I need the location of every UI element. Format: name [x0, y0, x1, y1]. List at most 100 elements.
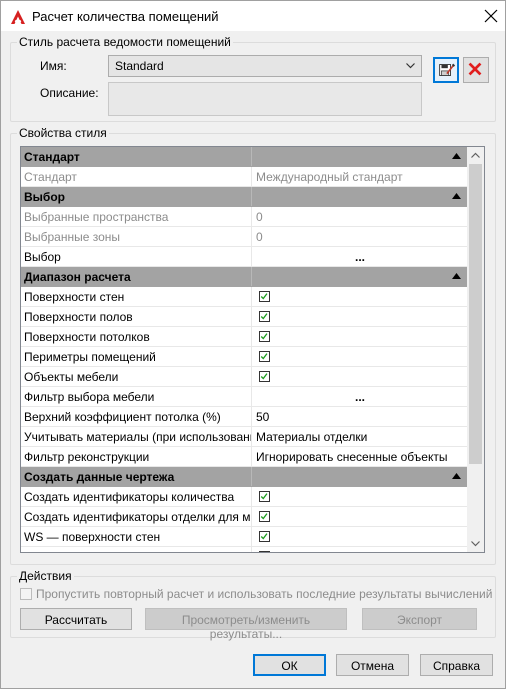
scroll-thumb[interactable] [469, 164, 482, 464]
delete-style-button[interactable] [463, 57, 489, 83]
property-row[interactable]: Выбранные пространства 0 [21, 207, 467, 227]
property-row[interactable]: WS — поверхности стен [21, 527, 467, 547]
scroll-down-button[interactable] [467, 535, 484, 552]
scroll-up-icon [471, 152, 480, 158]
property-value[interactable] [253, 507, 467, 526]
skip-recalc-label: Пропустить повторный расчет и использова… [36, 587, 493, 601]
collapse-icon[interactable] [452, 153, 461, 159]
property-row[interactable]: Поверхности потолков [21, 327, 467, 347]
actions-group-label: Действия [17, 569, 74, 583]
ok-button[interactable]: ОК [253, 654, 326, 676]
property-value[interactable]: Игнорировать снесенные объекты [253, 447, 467, 466]
property-name: Выбранные пространства [21, 207, 252, 226]
property-row[interactable]: FS — поверхности полов [21, 547, 467, 552]
property-value[interactable] [253, 547, 467, 552]
property-row[interactable]: Создать идентификаторы количества [21, 487, 467, 507]
property-name: FS — поверхности полов [21, 547, 252, 552]
style-group-label: Стиль расчета ведомости помещений [17, 35, 233, 49]
checkmark-icon [260, 293, 268, 300]
calculate-button[interactable]: Рассчитать [20, 608, 132, 630]
style-name-select[interactable]: Standard [108, 55, 422, 77]
view-results-button[interactable]: Просмотреть/изменить результаты... [145, 608, 347, 641]
property-value [253, 187, 467, 206]
property-row[interactable]: Периметры помещений [21, 347, 467, 367]
property-name: Фильтр выбора мебели [21, 387, 252, 406]
property-checkbox[interactable] [259, 311, 270, 322]
property-name: Фильтр реконструкции [21, 447, 252, 466]
property-value[interactable] [253, 487, 467, 506]
property-row[interactable]: Выбор... [21, 247, 467, 267]
collapse-icon[interactable] [452, 193, 461, 199]
property-value[interactable] [253, 307, 467, 326]
autocad-a-icon [11, 10, 25, 24]
help-button[interactable]: Справка [420, 654, 493, 676]
checkmark-icon [260, 353, 268, 360]
collapse-icon[interactable] [452, 473, 461, 479]
property-row[interactable]: Учитывать материалы (при использовании Ма… [21, 427, 467, 447]
property-row[interactable]: Поверхности полов [21, 307, 467, 327]
category-row[interactable]: Создать данные чертежа [21, 467, 467, 487]
property-row[interactable]: Фильтр выбора мебели... [21, 387, 467, 407]
property-value[interactable] [253, 287, 467, 306]
property-name: Периметры помещений [21, 347, 252, 366]
category-row[interactable]: Стандарт [21, 147, 467, 167]
property-checkbox[interactable] [259, 291, 270, 302]
property-row[interactable]: Стандарт Международный стандарт [21, 167, 467, 187]
property-row[interactable]: Фильтр реконструкции Игнорировать снесенн… [21, 447, 467, 467]
property-row[interactable]: Создать идентификаторы отделки для ма [21, 507, 467, 527]
browse-button[interactable]: ... [253, 247, 467, 266]
properties-grid[interactable]: Стандарт Стандарт Международный стандарт Вы… [20, 146, 485, 553]
scroll-down-icon [471, 541, 480, 547]
property-name: Создать идентификаторы отделки для ма [21, 507, 252, 526]
property-value[interactable] [253, 367, 467, 386]
property-checkbox[interactable] [259, 371, 270, 382]
category-row[interactable]: Выбор [21, 187, 467, 207]
property-value [253, 267, 467, 286]
properties-group-label: Свойства стиля [17, 126, 109, 140]
property-value[interactable] [253, 347, 467, 366]
description-field[interactable] [108, 82, 422, 116]
property-name: Учитывать материалы (при использовании [21, 427, 252, 446]
property-value [253, 147, 467, 166]
vertical-scrollbar[interactable] [467, 147, 484, 552]
property-value: Международный стандарт [256, 170, 403, 184]
property-checkbox[interactable] [259, 351, 270, 362]
category-label: Стандарт [21, 147, 252, 166]
title-bar: Расчет количества помещений [0, 0, 506, 31]
property-row[interactable]: Поверхности стен [21, 287, 467, 307]
property-value[interactable] [253, 327, 467, 346]
category-row[interactable]: Диапазон расчета [21, 267, 467, 287]
checkmark-icon [260, 373, 268, 380]
export-button[interactable]: Экспорт [362, 608, 477, 630]
property-row[interactable]: Выбранные зоны 0 [21, 227, 467, 247]
property-row[interactable]: Объекты мебели [21, 367, 467, 387]
close-icon[interactable] [482, 7, 500, 25]
skip-recalc-checkbox[interactable] [20, 588, 32, 600]
property-row[interactable]: Верхний коэффициент потолка (%) 50 [21, 407, 467, 427]
checkmark-icon [260, 513, 268, 520]
property-checkbox[interactable] [259, 531, 270, 542]
property-name: Верхний коэффициент потолка (%) [21, 407, 252, 426]
edit-style-button[interactable] [433, 57, 459, 83]
property-value[interactable] [253, 527, 467, 546]
property-value[interactable]: Материалы отделки [253, 427, 467, 446]
cancel-button[interactable]: Отмена [336, 654, 409, 676]
property-checkbox[interactable] [259, 491, 270, 502]
style-name-value: Standard [115, 59, 164, 73]
property-checkbox[interactable] [259, 331, 270, 342]
property-checkbox[interactable] [259, 511, 270, 522]
description-label: Описание: [40, 86, 99, 100]
property-checkbox[interactable] [259, 551, 270, 552]
property-value: 0 [256, 230, 263, 244]
collapse-icon[interactable] [452, 273, 461, 279]
scroll-up-button[interactable] [467, 147, 484, 164]
property-name: Объекты мебели [21, 367, 252, 386]
name-label: Имя: [40, 59, 67, 73]
checkmark-icon [260, 333, 268, 340]
property-name: Выбранные зоны [21, 227, 252, 246]
property-value [253, 467, 467, 486]
property-name: WS — поверхности стен [21, 527, 252, 546]
browse-button[interactable]: ... [253, 387, 467, 406]
category-label: Диапазон расчета [21, 267, 252, 286]
property-value[interactable]: 50 [253, 407, 467, 426]
